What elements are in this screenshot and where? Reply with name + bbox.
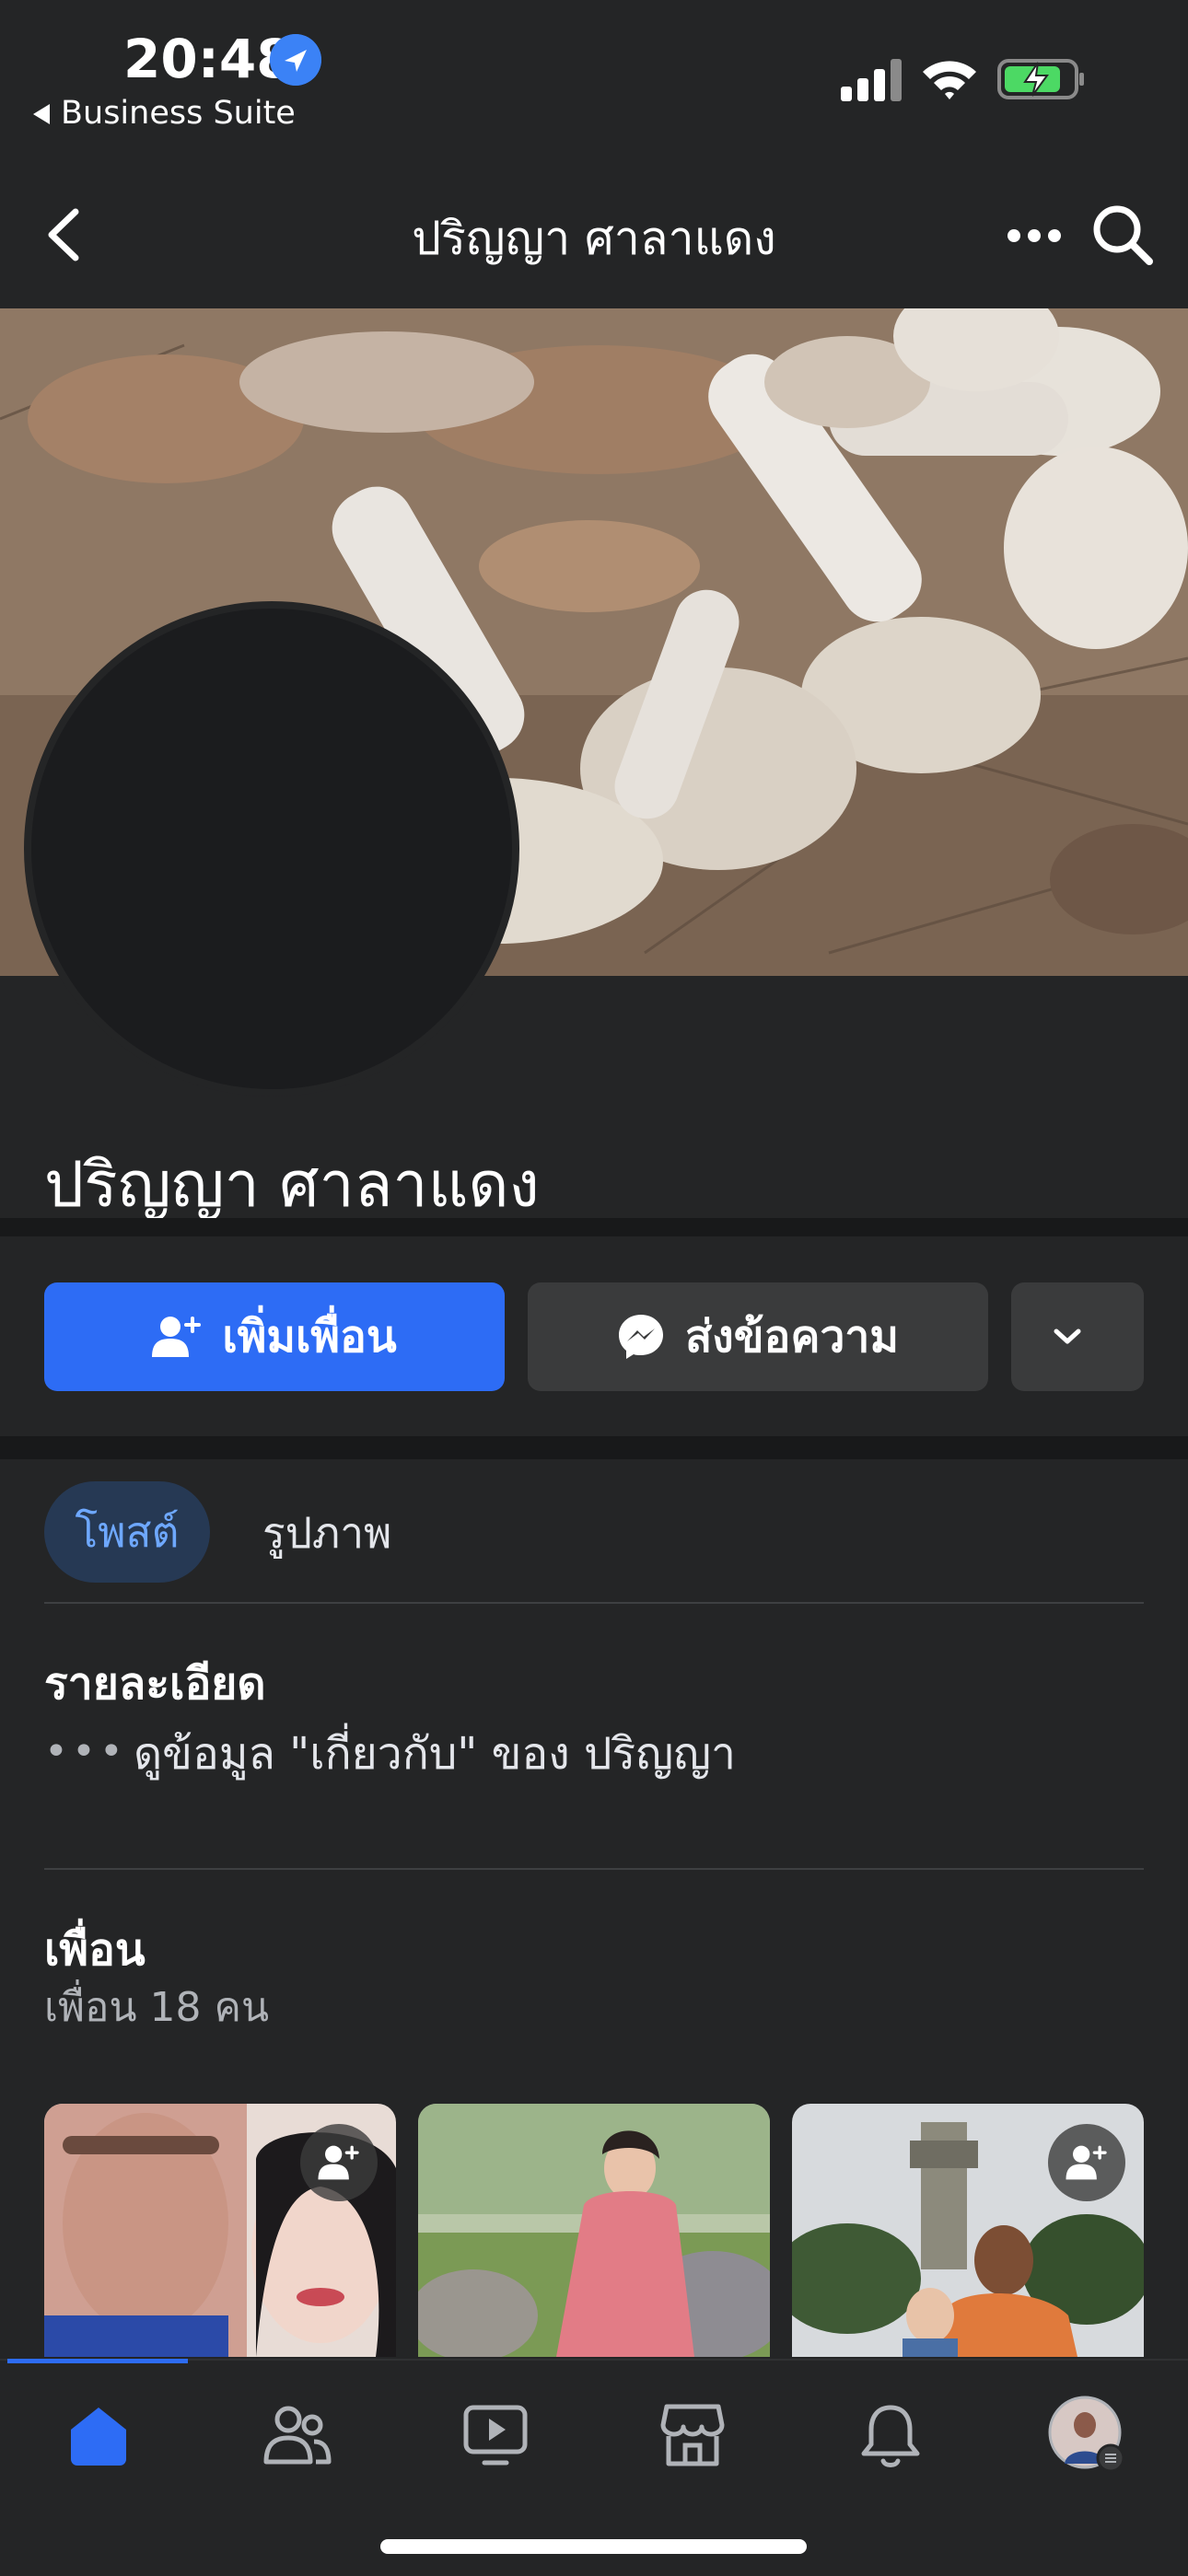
back-to-app-link[interactable]: Business Suite (33, 95, 296, 132)
nav-profile-menu[interactable] (1046, 2394, 1129, 2477)
details-heading: รายละเอียด (44, 1658, 266, 1710)
profile-content: โพสต์ รูปภาพ รายละเอียด ••• ดูข้อมูล "เก… (0, 1459, 1188, 2380)
friends-icon (263, 2406, 332, 2465)
video-icon (463, 2405, 528, 2466)
friend-photo (418, 2104, 770, 2357)
status-time: 20:48 (123, 28, 294, 90)
friend-card[interactable] (44, 2104, 396, 2357)
send-message-label: ส่งข้อความ (684, 1311, 900, 1363)
more-options-icon[interactable] (1006, 217, 1063, 254)
nav-video[interactable] (454, 2394, 537, 2477)
add-friend-label: เพิ่มเพื่อน (222, 1311, 397, 1363)
nav-notifications[interactable] (849, 2394, 932, 2477)
friend-card[interactable] (792, 2104, 1144, 2357)
tab-posts[interactable]: โพสต์ (44, 1481, 210, 1583)
home-indicator (380, 2539, 807, 2554)
home-icon (71, 2408, 126, 2466)
wifi-icon (923, 61, 976, 99)
nav-friends[interactable] (256, 2394, 339, 2477)
add-friend-icon[interactable] (300, 2124, 378, 2201)
profile-actions: เพิ่มเพื่อน ส่งข้อความ (0, 1236, 1188, 1436)
location-arrow-icon (270, 34, 321, 86)
search-icon[interactable] (1090, 203, 1155, 267)
divider (44, 1602, 1144, 1604)
bell-icon (861, 2405, 920, 2467)
divider (44, 1868, 1144, 1870)
tab-photos[interactable]: รูปภาพ (262, 1500, 391, 1567)
active-tab-indicator (7, 2359, 188, 2363)
add-friend-icon[interactable] (1048, 2124, 1125, 2201)
battery-charging-icon (997, 59, 1084, 99)
messenger-icon (618, 1315, 663, 1359)
see-about-link[interactable]: ดูข้อมูล "เกี่ยวกับ" ของ ปริญญา (134, 1719, 736, 1789)
add-friend-icon (152, 1317, 202, 1357)
back-triangle-icon (33, 104, 50, 124)
add-friend-button[interactable]: เพิ่มเพื่อน (44, 1282, 505, 1391)
profile-avatar (1048, 2396, 1125, 2473)
section-divider (0, 1218, 1188, 1236)
nav-marketplace[interactable] (651, 2394, 734, 2477)
marketplace-icon (660, 2404, 725, 2466)
more-actions-button[interactable] (1011, 1282, 1144, 1391)
nav-home[interactable] (57, 2394, 140, 2477)
back-app-label: Business Suite (61, 95, 296, 132)
chevron-down-icon (1054, 1329, 1081, 1344)
more-dots-icon: ••• (44, 1728, 127, 1775)
send-message-button[interactable]: ส่งข้อความ (528, 1282, 988, 1391)
cellular-signal-icon (841, 59, 902, 101)
section-divider (0, 1436, 1188, 1459)
friends-count: เพื่อน 18 คน (44, 1984, 270, 2031)
profile-avatar[interactable] (24, 601, 519, 1097)
friend-card[interactable] (418, 2104, 770, 2357)
